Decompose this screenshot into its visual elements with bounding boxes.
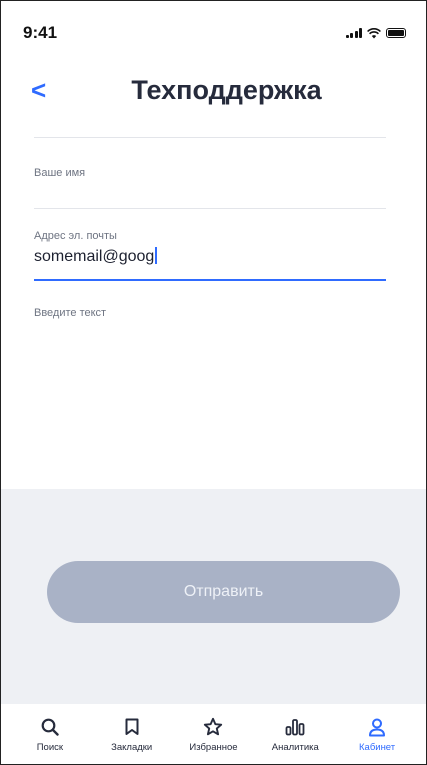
header-divider	[34, 137, 386, 138]
name-field-label: Ваше имя	[34, 167, 86, 179]
star-icon	[203, 717, 223, 737]
tab-search[interactable]: Поиск	[11, 705, 89, 753]
status-icons	[345, 27, 406, 39]
battery-icon	[386, 28, 406, 38]
text-caret	[155, 247, 157, 264]
tab-cabinet[interactable]: Кабинет	[338, 705, 416, 753]
email-field-input[interactable]: somemail@goog	[34, 247, 157, 266]
person-icon	[367, 717, 387, 737]
tab-analytics[interactable]: Аналитика	[256, 705, 334, 753]
page-title: Техподдержка	[131, 75, 322, 105]
tab-bookmarks[interactable]: Закладки	[93, 705, 171, 753]
bookmark-icon	[122, 717, 142, 737]
name-field-underline	[34, 208, 386, 209]
status-time: 9:41	[23, 23, 58, 42]
message-placeholder: Введите текст	[34, 307, 107, 319]
tab-cabinet-label: Кабинет	[359, 742, 396, 753]
tab-bar: Поиск Закладки Избранное Аналитика Кабин…	[1, 705, 426, 764]
email-field-value: somemail@goog	[34, 248, 155, 265]
signal-icon	[345, 28, 362, 38]
email-field-underline-active	[34, 279, 386, 281]
tab-bookmarks-label: Закладки	[111, 742, 153, 753]
wifi-icon	[367, 28, 381, 39]
analytics-icon	[285, 717, 305, 737]
tab-search-label: Поиск	[36, 742, 64, 753]
message-textarea[interactable]: Введите текст	[34, 299, 386, 479]
tab-analytics-label: Аналитика	[271, 742, 319, 753]
email-field-label: Адрес эл. почты	[34, 230, 117, 242]
tab-favorites[interactable]: Избранное	[174, 705, 252, 753]
tab-favorites-label: Избранное	[189, 742, 238, 753]
screen: 9:41 < Техподдержка Ваше имя Адрес эл. п…	[0, 0, 427, 765]
submit-button[interactable]: Отправить	[47, 561, 400, 623]
search-icon	[40, 717, 60, 737]
